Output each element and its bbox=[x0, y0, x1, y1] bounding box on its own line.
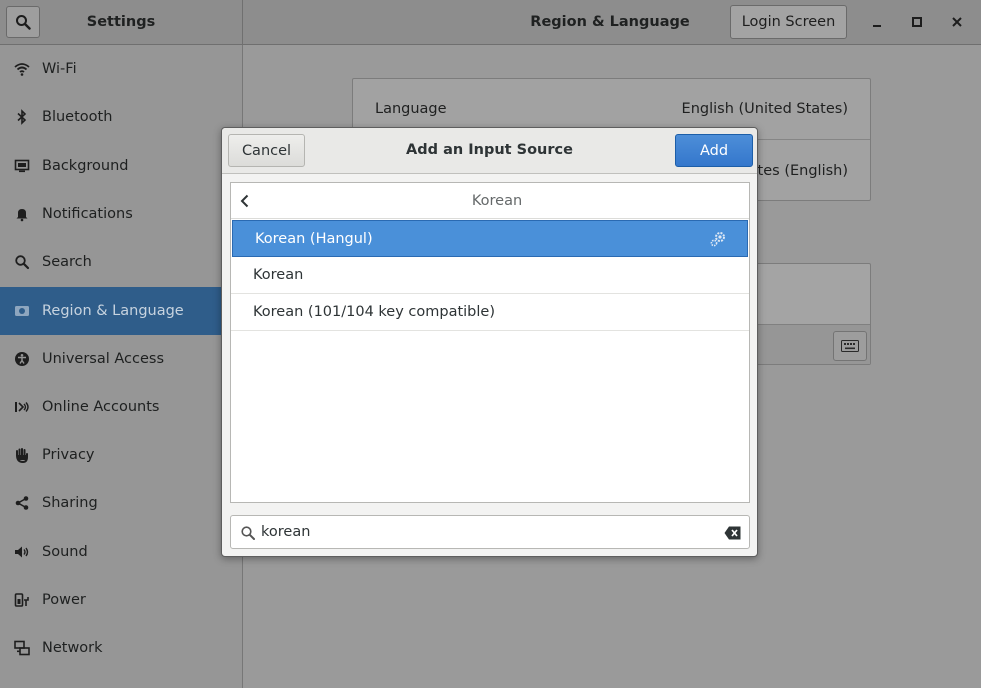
clear-icon[interactable] bbox=[724, 525, 742, 541]
search-button[interactable] bbox=[6, 6, 40, 38]
sidebar-item-privacy[interactable]: Privacy bbox=[0, 431, 242, 479]
hand-icon bbox=[14, 447, 30, 463]
sidebar-item-wifi[interactable]: Wi-Fi bbox=[0, 45, 242, 93]
gear-icon bbox=[710, 232, 725, 247]
maximize-icon bbox=[912, 17, 922, 27]
close-icon bbox=[952, 17, 962, 27]
sidebar-item-sharing[interactable]: Sharing bbox=[0, 479, 242, 527]
input-source-list: Korean Korean (Hangul) Korean Korean (10… bbox=[230, 182, 750, 503]
language-value: English (United States) bbox=[681, 101, 848, 117]
accessibility-icon bbox=[14, 351, 30, 367]
sidebar-item-background[interactable]: Background bbox=[0, 142, 242, 190]
dialog-title: Add an Input Source bbox=[406, 142, 573, 158]
login-screen-button[interactable]: Login Screen bbox=[730, 5, 847, 39]
minimize-icon bbox=[873, 25, 881, 27]
search-entry[interactable] bbox=[230, 515, 750, 549]
bluetooth-icon bbox=[14, 109, 30, 125]
sidebar-item-network[interactable]: Network bbox=[0, 624, 242, 672]
sidebar-item-region-language[interactable]: Region & Language bbox=[0, 287, 242, 335]
sidebar-item-label: Bluetooth bbox=[42, 109, 113, 125]
network-icon bbox=[14, 640, 30, 656]
maximize-button[interactable] bbox=[907, 12, 927, 32]
wifi-icon bbox=[14, 61, 30, 77]
sidebar-item-label: Online Accounts bbox=[42, 399, 160, 415]
share-icon bbox=[14, 495, 30, 511]
sidebar-item-label: Search bbox=[42, 254, 92, 270]
add-button[interactable]: Add bbox=[675, 134, 753, 167]
sidebar-header: Settings bbox=[0, 0, 243, 45]
sidebar-item-label: Sharing bbox=[42, 495, 98, 511]
cancel-button[interactable]: Cancel bbox=[228, 134, 305, 167]
dialog-header: Cancel Add an Input Source Add bbox=[222, 128, 757, 174]
sidebar-item-universal-access[interactable]: Universal Access bbox=[0, 335, 242, 383]
sidebar-item-label: Region & Language bbox=[42, 303, 184, 319]
back-button[interactable] bbox=[237, 193, 253, 209]
sidebar-item-notifications[interactable]: Notifications bbox=[0, 190, 242, 238]
chevron-left-icon bbox=[240, 194, 249, 208]
sidebar-item-label: Power bbox=[42, 592, 86, 608]
list-item-korean[interactable]: Korean bbox=[231, 257, 749, 294]
list-title: Korean bbox=[471, 193, 523, 209]
sidebar-item-label: Privacy bbox=[42, 447, 95, 463]
list-item-label: Korean bbox=[253, 267, 304, 283]
search-icon bbox=[16, 15, 31, 30]
sidebar-item-online-accounts[interactable]: Online Accounts bbox=[0, 383, 242, 431]
speaker-icon bbox=[14, 544, 30, 560]
list-item-korean-hangul[interactable]: Korean (Hangul) bbox=[232, 220, 748, 257]
power-icon bbox=[14, 592, 30, 608]
background-icon bbox=[14, 158, 30, 174]
minimize-button[interactable] bbox=[867, 12, 887, 32]
settings-title: Settings bbox=[86, 14, 156, 30]
language-label: Language bbox=[375, 101, 447, 117]
sidebar: Wi-Fi Bluetooth Background Notifications… bbox=[0, 45, 243, 688]
sidebar-item-search[interactable]: Search bbox=[0, 238, 242, 286]
page-title: Region & Language bbox=[530, 14, 690, 30]
sidebar-item-label: Background bbox=[42, 158, 129, 174]
region-icon bbox=[14, 303, 30, 319]
sidebar-item-label: Network bbox=[42, 640, 103, 656]
list-item-korean-101-104[interactable]: Korean (101/104 key compatible) bbox=[231, 294, 749, 331]
sidebar-item-label: Wi-Fi bbox=[42, 61, 77, 77]
add-input-source-dialog: Cancel Add an Input Source Add Korean Ko… bbox=[221, 127, 758, 557]
sidebar-item-power[interactable]: Power bbox=[0, 576, 242, 624]
bell-icon bbox=[14, 206, 30, 222]
sidebar-item-bluetooth[interactable]: Bluetooth bbox=[0, 93, 242, 141]
header-bar: Settings Region & Language Login Screen bbox=[0, 0, 981, 45]
keyboard-layout-button[interactable] bbox=[833, 331, 867, 361]
sidebar-item-sound[interactable]: Sound bbox=[0, 528, 242, 576]
sidebar-item-label: Notifications bbox=[42, 206, 133, 222]
close-button[interactable] bbox=[947, 12, 967, 32]
list-item-label: Korean (Hangul) bbox=[255, 230, 373, 247]
list-item-label: Korean (101/104 key compatible) bbox=[253, 304, 495, 320]
search-input[interactable] bbox=[261, 521, 701, 543]
sidebar-item-label: Universal Access bbox=[42, 351, 165, 367]
formats-value: tates (English) bbox=[742, 162, 848, 179]
keyboard-icon bbox=[841, 340, 859, 352]
online-accounts-icon bbox=[14, 399, 30, 415]
search-icon bbox=[14, 254, 30, 270]
sidebar-item-label: Sound bbox=[42, 544, 88, 560]
list-header: Korean bbox=[231, 183, 749, 219]
search-icon bbox=[241, 526, 255, 540]
